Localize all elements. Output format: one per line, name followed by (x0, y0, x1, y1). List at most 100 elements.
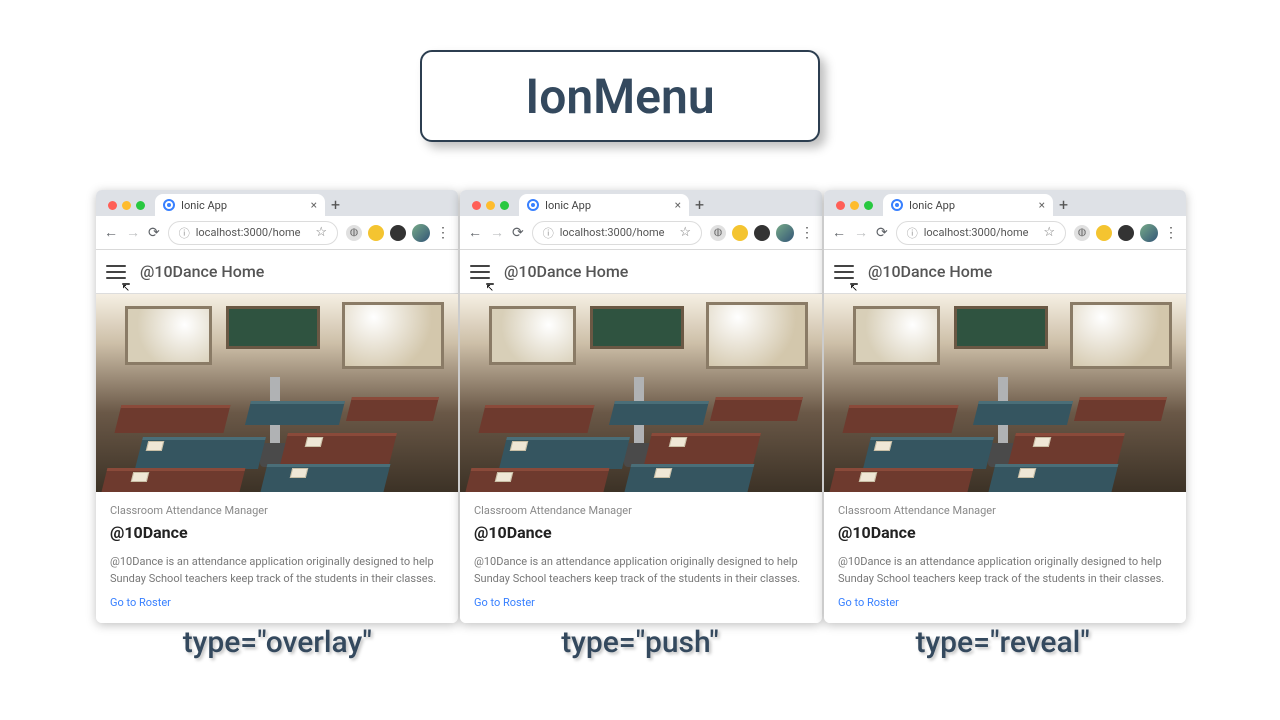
browser-tab[interactable]: Ionic App × (155, 194, 325, 216)
maximize-window-icon[interactable] (864, 201, 873, 210)
reload-button[interactable]: ⟳ (148, 225, 160, 241)
url-input[interactable]: ⓘ localhost:3000/home ☆ (896, 221, 1066, 245)
minimize-window-icon[interactable] (486, 201, 495, 210)
extension-icon[interactable] (390, 225, 406, 241)
app-title: @10Dance Home (504, 262, 628, 281)
back-button[interactable]: ← (104, 224, 118, 241)
card-title: @10Dance (838, 523, 1172, 542)
close-tab-icon[interactable]: × (311, 198, 317, 212)
url-text: localhost:3000/home (924, 226, 1029, 239)
tab-strip: Ionic App × + (460, 190, 822, 216)
profile-avatar-icon[interactable] (1140, 224, 1158, 242)
roster-link[interactable]: Go to Roster (110, 596, 171, 609)
tab-strip: Ionic App × + (96, 190, 458, 216)
extension-icon[interactable] (732, 225, 748, 241)
extension-icons: ◍ ⋮ (710, 224, 814, 242)
window-controls[interactable] (102, 201, 149, 216)
roster-link[interactable]: Go to Roster (474, 596, 535, 609)
roster-link[interactable]: Go to Roster (838, 596, 899, 609)
minimize-window-icon[interactable] (850, 201, 859, 210)
extension-icon[interactable]: ◍ (710, 225, 726, 241)
close-window-icon[interactable] (108, 201, 117, 210)
card-body: Classroom Attendance Manager @10Dance @1… (824, 492, 1186, 623)
maximize-window-icon[interactable] (136, 201, 145, 210)
card-description: @10Dance is an attendance application or… (474, 554, 808, 587)
new-tab-button[interactable]: + (331, 195, 340, 216)
profile-avatar-icon[interactable] (412, 224, 430, 242)
url-text: localhost:3000/home (196, 226, 301, 239)
hero-title-box: IonMenu (420, 50, 820, 142)
bookmark-icon[interactable]: ☆ (679, 225, 691, 240)
bookmark-icon[interactable]: ☆ (1043, 225, 1055, 240)
new-tab-button[interactable]: + (695, 195, 704, 216)
close-window-icon[interactable] (836, 201, 845, 210)
profile-avatar-icon[interactable] (776, 224, 794, 242)
forward-button[interactable]: → (126, 224, 140, 241)
site-info-icon[interactable]: ⓘ (907, 225, 918, 241)
captions-row: type="overlay" type="push" type="reveal" (96, 625, 1184, 660)
caption-reveal: type="reveal" (821, 625, 1184, 660)
bookmark-icon[interactable]: ☆ (315, 225, 327, 240)
tab-title: Ionic App (909, 199, 955, 212)
card-description: @10Dance is an attendance application or… (110, 554, 444, 587)
window-controls[interactable] (830, 201, 877, 216)
url-input[interactable]: ⓘ localhost:3000/home ☆ (168, 221, 338, 245)
close-window-icon[interactable] (472, 201, 481, 210)
url-text: localhost:3000/home (560, 226, 665, 239)
browser-menu-icon[interactable]: ⋮ (800, 225, 814, 241)
classroom-image (96, 294, 458, 492)
card-body: Classroom Attendance Manager @10Dance @1… (96, 492, 458, 623)
browser-menu-icon[interactable]: ⋮ (1164, 225, 1178, 241)
url-input[interactable]: ⓘ localhost:3000/home ☆ (532, 221, 702, 245)
app-title: @10Dance Home (868, 262, 992, 281)
extension-icon[interactable] (1096, 225, 1112, 241)
hamburger-menu-icon[interactable]: ↖ (834, 265, 854, 279)
hamburger-menu-icon[interactable]: ↖ (106, 265, 126, 279)
app-toolbar: ↖ @10Dance Home (460, 250, 822, 294)
site-info-icon[interactable]: ⓘ (179, 225, 190, 241)
classroom-image (460, 294, 822, 492)
extension-icon[interactable] (368, 225, 384, 241)
browser-window: Ionic App × + ← → ⟳ ⓘ localhost:3000/hom… (96, 190, 458, 623)
close-tab-icon[interactable]: × (1039, 198, 1045, 212)
cursor-icon: ↖ (486, 283, 494, 285)
hamburger-menu-icon[interactable]: ↖ (470, 265, 490, 279)
ionic-favicon-icon (163, 199, 175, 211)
back-button[interactable]: ← (832, 224, 846, 241)
browser-tab[interactable]: Ionic App × (883, 194, 1053, 216)
classroom-image (824, 294, 1186, 492)
caption-overlay: type="overlay" (96, 625, 459, 660)
card-subtitle: Classroom Attendance Manager (838, 504, 1172, 517)
app-title: @10Dance Home (140, 262, 264, 281)
tab-strip: Ionic App × + (824, 190, 1186, 216)
cursor-icon: ↖ (850, 283, 858, 285)
extension-icon[interactable] (754, 225, 770, 241)
minimize-window-icon[interactable] (122, 201, 131, 210)
extension-icons: ◍ ⋮ (346, 224, 450, 242)
browser-tab[interactable]: Ionic App × (519, 194, 689, 216)
card-title: @10Dance (110, 523, 444, 542)
extension-icon[interactable]: ◍ (1074, 225, 1090, 241)
site-info-icon[interactable]: ⓘ (543, 225, 554, 241)
card-description: @10Dance is an attendance application or… (838, 554, 1172, 587)
tab-title: Ionic App (181, 199, 227, 212)
hero-title: IonMenu (525, 68, 714, 125)
window-controls[interactable] (466, 201, 513, 216)
ionic-favicon-icon (527, 199, 539, 211)
reload-button[interactable]: ⟳ (876, 225, 888, 241)
forward-button[interactable]: → (490, 224, 504, 241)
maximize-window-icon[interactable] (500, 201, 509, 210)
close-tab-icon[interactable]: × (675, 198, 681, 212)
back-button[interactable]: ← (468, 224, 482, 241)
extension-icon[interactable] (1118, 225, 1134, 241)
new-tab-button[interactable]: + (1059, 195, 1068, 216)
forward-button[interactable]: → (854, 224, 868, 241)
card-title: @10Dance (474, 523, 808, 542)
card-subtitle: Classroom Attendance Manager (110, 504, 444, 517)
card-body: Classroom Attendance Manager @10Dance @1… (460, 492, 822, 623)
reload-button[interactable]: ⟳ (512, 225, 524, 241)
extension-icons: ◍ ⋮ (1074, 224, 1178, 242)
extension-icon[interactable]: ◍ (346, 225, 362, 241)
browser-menu-icon[interactable]: ⋮ (436, 225, 450, 241)
address-bar: ← → ⟳ ⓘ localhost:3000/home ☆ ◍ ⋮ (460, 216, 822, 250)
